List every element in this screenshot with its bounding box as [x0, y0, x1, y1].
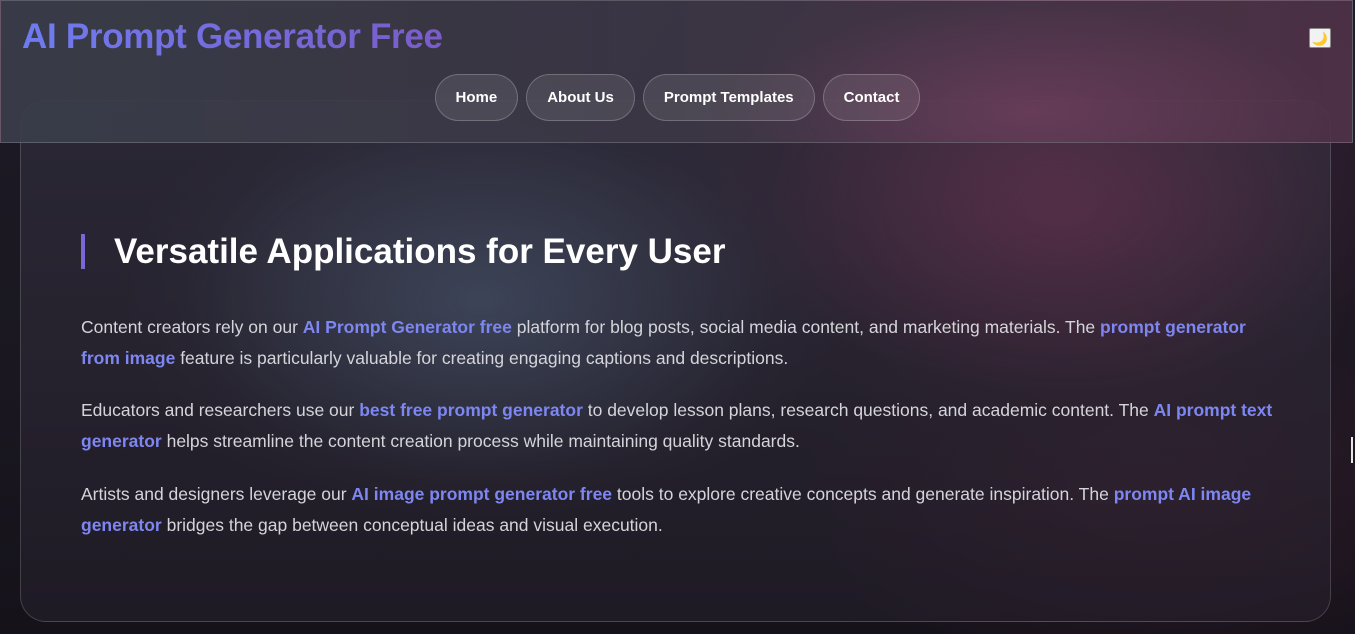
link-ai-image-prompt-generator-free[interactable]: AI image prompt generator free	[351, 484, 612, 504]
paragraph-educators: Educators and researchers use our best f…	[81, 395, 1276, 457]
paragraph-content-creators: Content creators rely on our AI Prompt G…	[81, 312, 1276, 374]
main-nav: Home About Us Prompt Templates Contact	[1, 74, 1354, 121]
paragraph-text: bridges the gap between conceptual ideas…	[161, 515, 663, 535]
link-ai-prompt-generator-free[interactable]: AI Prompt Generator free	[303, 317, 512, 337]
paragraph-artists: Artists and designers leverage our AI im…	[81, 479, 1276, 541]
paragraph-text: Content creators rely on our	[81, 317, 303, 337]
paragraph-text: tools to explore creative concepts and g…	[612, 484, 1114, 504]
paragraph-text: helps streamline the content creation pr…	[161, 431, 800, 451]
moon-icon: 🌙	[1311, 30, 1329, 46]
paragraph-text: platform for blog posts, social media co…	[511, 317, 1101, 337]
site-logo-title[interactable]: AI Prompt Generator Free	[22, 17, 443, 57]
nav-home-button[interactable]: Home	[434, 74, 519, 121]
nav-about-us-button[interactable]: About Us	[526, 74, 635, 121]
site-header: AI Prompt Generator Free 🌙 Home About Us…	[0, 0, 1353, 143]
scrollbar-thumb[interactable]	[1351, 437, 1353, 463]
content-card: Versatile Applications for Every User Co…	[20, 100, 1331, 622]
section-title: Versatile Applications for Every User	[81, 234, 725, 269]
theme-toggle-button[interactable]: 🌙	[1309, 28, 1331, 48]
paragraph-text: to develop lesson plans, research questi…	[582, 400, 1154, 420]
paragraph-text: Educators and researchers use our	[81, 400, 360, 420]
nav-contact-button[interactable]: Contact	[822, 74, 921, 121]
link-best-free-prompt-generator[interactable]: best free prompt generator	[359, 400, 583, 420]
paragraph-text: Artists and designers leverage our	[81, 484, 352, 504]
paragraph-text: feature is particularly valuable for cre…	[175, 348, 789, 368]
nav-prompt-templates-button[interactable]: Prompt Templates	[642, 74, 815, 121]
